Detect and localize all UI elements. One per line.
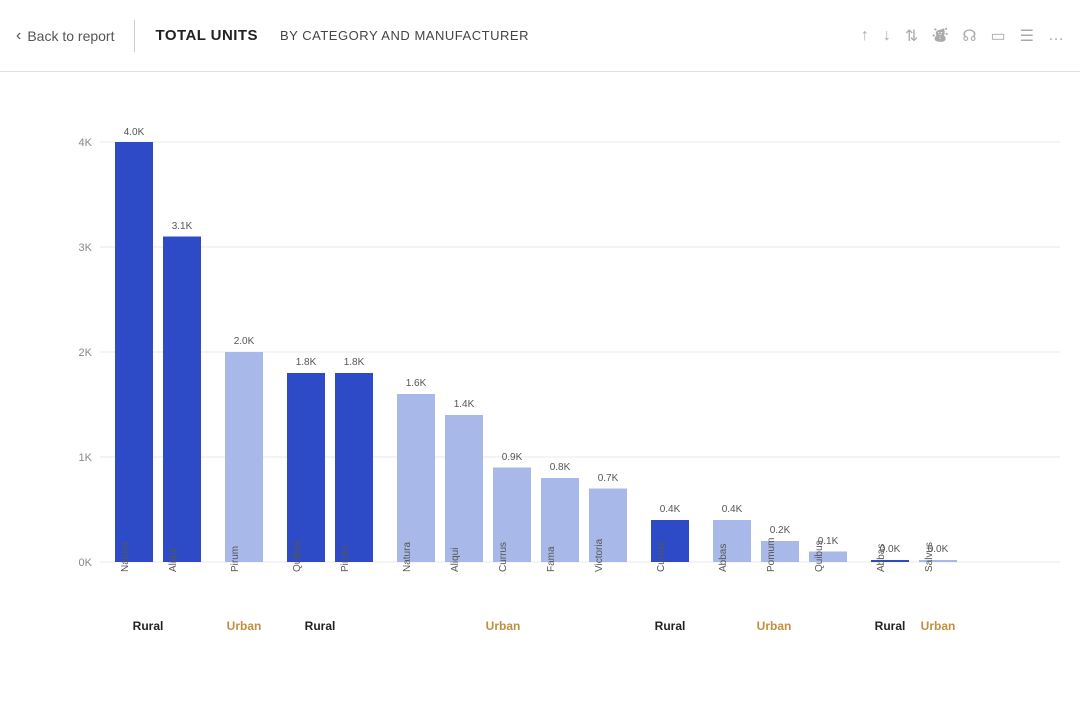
more-icon[interactable]: …: [1048, 27, 1064, 45]
category-label-urban-3: Urban: [757, 619, 792, 633]
category-label-urban-2: Urban: [486, 619, 521, 633]
bar-chart: 4K 3K 2K 1K 0K 4.0K 3.1K 2.0K: [60, 82, 1060, 642]
header-divider: [134, 20, 135, 52]
y-label-2k: 2K: [79, 347, 93, 359]
category-label-urban-1: Urban: [227, 619, 262, 633]
bar-value-1: 3.1K: [172, 221, 193, 232]
bar-aliqui-rural[interactable]: [163, 237, 201, 563]
chart-container: 4K 3K 2K 1K 0K 4.0K 3.1K 2.0K: [0, 72, 1080, 704]
header-left: ‹ Back to report TOTAL UNITS BY CATEGORY…: [16, 20, 529, 52]
bar-label-1: Aliqui: [168, 548, 179, 572]
bar-pirum-urban[interactable]: [225, 352, 263, 562]
bar-label-5: Natura: [402, 542, 413, 572]
bar-label-3: Quibus: [292, 540, 303, 572]
bar-aliqui-urban[interactable]: [445, 415, 483, 562]
bar-value-0: 4.0K: [124, 127, 145, 138]
bar-label-12: Pomum: [766, 538, 777, 572]
bar-value-8: 0.8K: [550, 462, 571, 473]
back-to-report-link[interactable]: ‹ Back to report: [16, 27, 114, 45]
sort-asc-icon[interactable]: ↑: [861, 27, 869, 45]
y-label-1k: 1K: [79, 452, 93, 464]
chart-subtitle: BY CATEGORY AND MANUFACTURER: [280, 28, 529, 43]
y-label-3k: 3K: [79, 242, 93, 254]
bar-value-6: 1.4K: [454, 399, 475, 410]
category-label-rural-4: Rural: [875, 619, 906, 633]
bar-value-5: 1.6K: [406, 378, 427, 389]
y-label-4k: 4K: [79, 137, 93, 149]
bar-label-6: Aliqui: [450, 548, 461, 572]
bar-pirum-rural[interactable]: [335, 373, 373, 562]
bar-label-8: Fama: [546, 546, 557, 572]
bar-value-2: 2.0K: [234, 336, 255, 347]
bar-label-2: Pirum: [230, 546, 241, 572]
star-icon[interactable]: ☊: [962, 26, 976, 46]
back-label: Back to report: [27, 28, 114, 44]
menu-icon[interactable]: ☰: [1020, 26, 1034, 46]
chart-title: TOTAL UNITS: [155, 27, 257, 44]
bar-label-13: Quibus: [814, 540, 825, 572]
toolbar-icons: ↑ ↓ ⇅ ⛇ ☊ ▭ ☰ …: [861, 24, 1064, 47]
category-label-rural-2: Rural: [305, 619, 336, 633]
copy-icon[interactable]: ▭: [991, 26, 1006, 46]
category-label-urban-4: Urban: [921, 619, 956, 633]
header: ‹ Back to report TOTAL UNITS BY CATEGORY…: [0, 0, 1080, 72]
filter-icon[interactable]: ⛇: [932, 24, 948, 47]
bar-label-9: Victoria: [594, 538, 605, 572]
category-label-rural-3: Rural: [655, 619, 686, 633]
bar-value-4: 1.8K: [344, 357, 365, 368]
bar-label-7: Currus: [498, 542, 509, 572]
chevron-left-icon: ‹: [16, 27, 21, 45]
bar-value-9: 0.7K: [598, 473, 619, 484]
bar-natura-rural[interactable]: [115, 142, 153, 562]
bar-value-11: 0.4K: [722, 504, 743, 515]
bar-natura-urban[interactable]: [397, 394, 435, 562]
bar-label-0: Natura: [120, 542, 131, 572]
sort-both-icon[interactable]: ⇅: [905, 26, 918, 46]
y-label-0k: 0K: [79, 557, 93, 569]
bar-label-15: Salvus: [924, 542, 935, 572]
category-label-rural-1: Rural: [133, 619, 164, 633]
bar-value-3: 1.8K: [296, 357, 317, 368]
bar-label-10: Currus: [656, 542, 667, 572]
sort-desc-icon[interactable]: ↓: [883, 27, 891, 45]
bar-value-7: 0.9K: [502, 452, 523, 463]
bar-label-14: Abbas: [876, 544, 887, 572]
bar-quibus-rural[interactable]: [287, 373, 325, 562]
bar-value-10: 0.4K: [660, 504, 681, 515]
bar-label-4: Pirum: [340, 546, 351, 572]
bar-label-11: Abbas: [718, 544, 729, 572]
bar-value-12: 0.2K: [770, 525, 791, 536]
